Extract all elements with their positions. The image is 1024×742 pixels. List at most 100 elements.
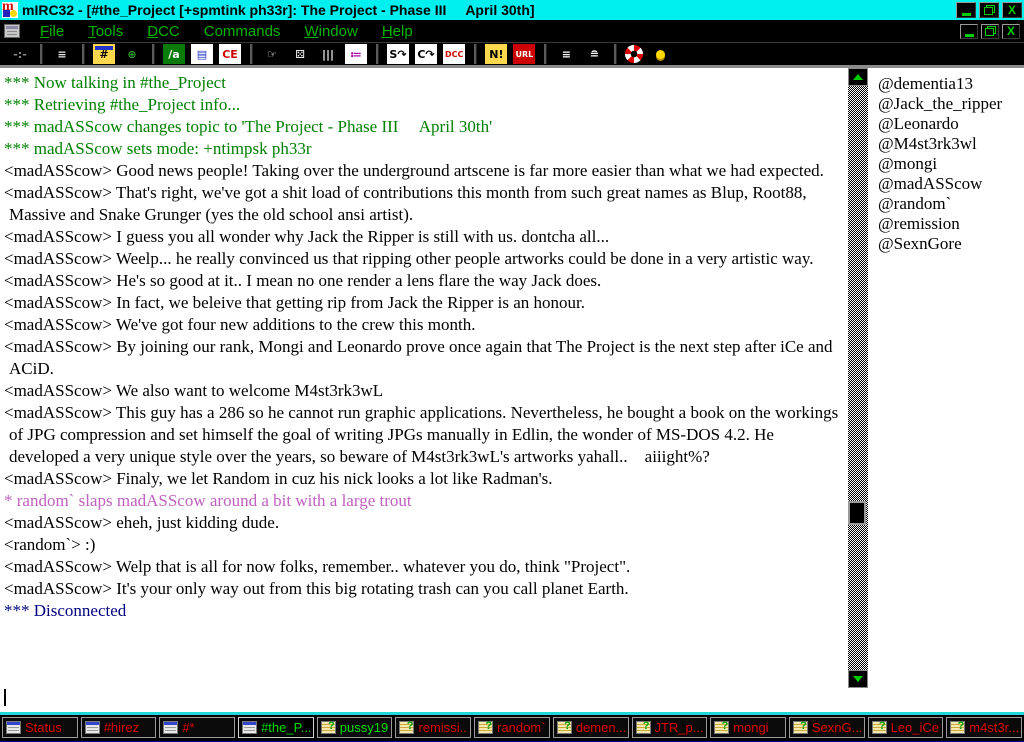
menu-window[interactable]: Window — [292, 21, 369, 42]
toolbar-separator — [250, 44, 252, 64]
scroll-down-button[interactable] — [848, 670, 868, 688]
menu-help[interactable]: Help — [370, 21, 425, 42]
popups-icon[interactable]: ▤ — [191, 44, 213, 64]
minimize-icon — [962, 13, 971, 16]
channel-central-icon[interactable]: ≘ — [583, 44, 605, 64]
nick-item[interactable]: @remission — [878, 214, 1024, 234]
toolbar-separator — [82, 44, 84, 64]
close-icon: X — [1007, 25, 1015, 37]
switchbar-button[interactable]: #hirez — [81, 717, 157, 738]
switchbar-button[interactable]: random` — [474, 717, 550, 738]
chat-line-message: <madASScow> Welp that is all for now fol… — [0, 556, 848, 578]
nick-item[interactable]: @Leonardo — [878, 114, 1024, 134]
menu-tools[interactable]: Tools — [76, 21, 135, 42]
switchbar-button[interactable]: Leo_iCe — [868, 717, 944, 738]
nick-list: @dementia13@Jack_the_ripper@Leonardo@M4s… — [872, 68, 1024, 712]
switchbar-button[interactable]: SexnG... — [789, 717, 865, 738]
switchbar-button[interactable]: Status — [2, 717, 78, 738]
tip-bulb-icon[interactable] — [649, 44, 671, 64]
remote-events-icon[interactable]: CE — [219, 44, 241, 64]
chat-line-message: <madASScow> We also want to welcome M4st… — [0, 380, 848, 402]
toolbar-separator — [152, 44, 154, 64]
nick-item[interactable]: @madASScow — [878, 174, 1024, 194]
channels-list-icon[interactable]: ≡ — [555, 44, 577, 64]
chat-line-system: *** madASScow changes topic to 'The Proj… — [0, 116, 848, 138]
scrollbar-track[interactable] — [848, 86, 868, 670]
chat-line-message: <madASScow> Weelp... he really convinced… — [0, 248, 848, 270]
restore-icon — [985, 26, 996, 36]
switchbar-button-label: m4st3r... — [969, 720, 1018, 735]
restore-icon — [984, 5, 995, 15]
switchbar-button[interactable]: #the_P... — [238, 717, 314, 738]
chat-line-message: <madASScow> In fact, we beleive that get… — [0, 292, 848, 314]
variables-icon[interactable]: ||| — [317, 44, 339, 64]
title-bar: m mIRC32 - [#the_Project [+spmtink ph33r… — [0, 0, 1024, 20]
switchbar-button-label: pussy19 — [340, 720, 388, 735]
nick-item[interactable]: @random` — [878, 194, 1024, 214]
message-input[interactable] — [0, 688, 848, 712]
switchbar-button[interactable]: pussy19 — [317, 717, 393, 738]
switchbar-button-label: #hirez — [104, 720, 139, 735]
switchbar-button[interactable]: remissi... — [395, 717, 471, 738]
notify-list-icon[interactable]: N! — [485, 44, 507, 64]
mdi-minimize-button[interactable] — [960, 24, 978, 39]
query-window-icon — [478, 721, 493, 734]
dcc-options-icon[interactable]: DCC — [443, 44, 465, 64]
switchbar-button[interactable]: mongi — [710, 717, 786, 738]
load-script-icon[interactable]: S↷ — [387, 44, 409, 64]
nick-item[interactable]: @SexnGore — [878, 234, 1024, 254]
switchbar-button-label: remissi... — [418, 720, 467, 735]
query-window-icon — [950, 721, 965, 734]
chat-line-message: <madASScow> It's your only way out from … — [0, 578, 848, 600]
scrollbar-thumb[interactable] — [848, 501, 866, 525]
globe-connect-icon[interactable]: ⊕ — [121, 44, 143, 64]
nick-item[interactable]: @mongi — [878, 154, 1024, 174]
switchbar-button-label: random` — [497, 720, 545, 735]
switchbar-button[interactable]: demen... — [553, 717, 629, 738]
minimize-button[interactable] — [956, 2, 976, 18]
switchbar-button[interactable]: m4st3r... — [946, 717, 1022, 738]
arrow-up-icon — [853, 74, 863, 80]
menu-commands[interactable]: Commands — [192, 21, 293, 42]
restore-button[interactable] — [979, 2, 999, 18]
channel-window-icon — [6, 721, 21, 734]
toolbar-separator — [376, 44, 378, 64]
dice-icon[interactable]: ⚄ — [289, 44, 311, 64]
menu-dcc[interactable]: DCC — [135, 21, 192, 42]
unload-script-icon[interactable]: C↷ — [415, 44, 437, 64]
nick-item[interactable]: @M4st3rk3wl — [878, 134, 1024, 154]
scroll-up-button[interactable] — [848, 68, 868, 86]
toolbar-separator — [614, 44, 616, 64]
text-caret — [4, 689, 6, 706]
help-lifesaver-icon[interactable] — [625, 45, 643, 63]
channel-window: *** Now talking in #the_Project*** Retri… — [0, 68, 1024, 712]
channel-window-icon — [85, 721, 100, 734]
mirc-app-icon[interactable]: m — [2, 2, 18, 18]
close-button[interactable]: X — [1002, 2, 1022, 18]
mdi-close-button[interactable]: X — [1002, 24, 1020, 39]
aliases-icon[interactable]: /a — [163, 44, 185, 64]
nick-item[interactable]: @dementia13 — [878, 74, 1024, 94]
switchbar-button-label: #* — [182, 720, 194, 735]
switchbar-list-icon[interactable]: ≡ — [51, 44, 73, 64]
switchbar-button[interactable]: JTR_p... — [632, 717, 708, 738]
url-catcher-icon[interactable]: URL — [513, 44, 535, 64]
chat-column: *** Now talking in #the_Project*** Retri… — [0, 68, 848, 712]
chat-line-disconnect: *** Disconnected — [0, 600, 848, 622]
channel-system-icon[interactable] — [4, 24, 20, 38]
menu-file[interactable]: File — [28, 21, 76, 42]
script-dashes-icon[interactable]: -:- — [9, 44, 31, 64]
chat-line-message: <madASScow> Finaly, we let Random in cuz… — [0, 468, 848, 490]
toolbar: -:- ≡ # ⊕ /a ▤ CE ☞ ⚄ ||| ≔ S↷ C↷ DCC N! URL ≡ ≘ — [0, 42, 1024, 68]
nick-item[interactable]: @Jack_the_ripper — [878, 94, 1024, 114]
channel-window-icon[interactable]: # — [93, 44, 115, 64]
mdi-restore-button[interactable] — [981, 24, 999, 39]
minimize-icon — [965, 34, 974, 37]
window-controls: X — [956, 2, 1022, 18]
window-title: mIRC32 - [#the_Project [+spmtink ph33r]:… — [22, 2, 952, 18]
switchbar-button-label: Leo_iCe — [891, 720, 939, 735]
switchbar-button[interactable]: #* — [159, 717, 235, 738]
chat-line-system: *** Retrieving #the_Project info... — [0, 94, 848, 116]
script-editor-icon[interactable]: ≔ — [345, 44, 367, 64]
finger-icon[interactable]: ☞ — [261, 44, 283, 64]
